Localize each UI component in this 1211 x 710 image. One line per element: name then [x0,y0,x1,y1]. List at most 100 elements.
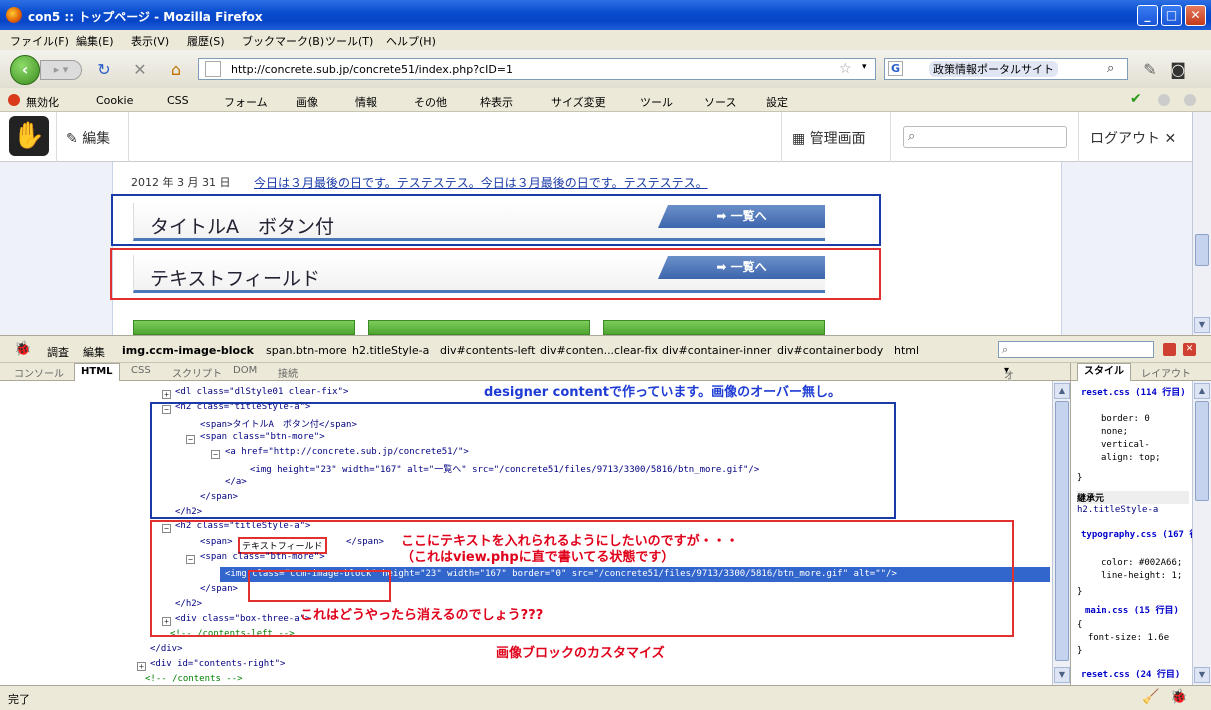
crumb-7[interactable]: body [856,344,883,357]
search-engine-icon[interactable]: G [888,61,904,76]
reload-icon[interactable]: ↻ [94,60,114,80]
webdev-misc[interactable]: その他 [414,94,447,110]
tab-layout[interactable]: レイアウト [1141,365,1191,380]
style-source-link[interactable]: reset.css (24 行目) [1081,667,1180,680]
green-button[interactable] [603,320,825,335]
menu-help[interactable]: ヘルプ(H) [386,33,436,49]
webdev-disable[interactable]: 無効化 [26,94,59,110]
html-panel-scrollbar[interactable]: ▲ ▼ [1052,381,1070,685]
crumb-1[interactable]: span.btn-more [266,344,347,357]
webdev-forms[interactable]: フォーム [224,94,268,110]
news-link[interactable]: 今日は３月最後の日です。テステステス。今日は３月最後の日です。テステステス。 [254,174,708,191]
menu-edit[interactable]: 編集(E) [76,33,114,49]
menu-tools[interactable]: ツール(T) [325,33,373,49]
tree-expand-icon[interactable]: + [162,390,171,399]
crumb-4[interactable]: div#conten...clear-fix [540,344,658,357]
crumb-3[interactable]: div#contents-left [440,344,535,357]
search-input[interactable]: G 政策情報ポータルサイト ⌕ [884,58,1128,80]
home-icon[interactable]: ⌂ [166,60,186,80]
search-magnifier-icon[interactable]: ⌕ [1107,61,1114,76]
menubar: ファイル(F) 編集(E) 表示(V) 履歴(S) ブックマーク(B) ツール(… [0,30,1211,50]
scroll-thumb[interactable] [1055,401,1069,661]
menu-history[interactable]: 履歴(S) [187,33,225,49]
search-icon: ⌕ [908,129,916,144]
window-titlebar: con5 :: トップページ - Mozilla Firefox _ □ ✕ [0,0,1211,30]
scroll-up-arrow[interactable]: ▲ [1194,383,1210,399]
webdev-settings[interactable]: 設定 [766,94,788,110]
webdev-toolbar: 無効化 Cookie CSS フォーム 画像 情報 その他 枠表示 サイズ変更 … [0,88,1211,112]
divider [1078,112,1079,162]
minimize-button[interactable]: _ [1137,5,1158,26]
tab-script[interactable]: スクリプト [172,365,222,380]
scroll-thumb[interactable] [1195,401,1209,501]
url-bar[interactable]: http://concrete.sub.jp/concrete51/index.… [198,58,876,80]
scroll-up-arrow[interactable]: ▲ [1054,383,1070,399]
crumb-0[interactable]: img.ccm-image-block [122,344,254,357]
firebug-status-icon[interactable]: 🐞 [1170,689,1187,705]
webdev-images[interactable]: 画像 [296,94,318,110]
back-button[interactable]: ‹ [10,55,40,85]
tab-css[interactable]: CSS [131,365,151,376]
tab-console[interactable]: コンソール [14,365,64,380]
scroll-thumb[interactable] [1195,234,1209,266]
close-button[interactable]: ✕ [1185,5,1206,26]
firebug-search-input[interactable]: ⌕ [998,341,1154,358]
crumb-6[interactable]: div#container [777,344,855,357]
source-line[interactable]: <dl class="dlStyle01 clear-fix"> [175,387,348,397]
style-source-link[interactable]: reset.css (114 行目) [1081,385,1186,398]
firebug-inspect[interactable]: 調査 [47,344,69,360]
webdev-resize[interactable]: サイズ変更 [551,94,606,110]
c5-logout-button[interactable]: ログアウト ✕ [1090,128,1176,148]
firebug-detach-icon[interactable] [1163,343,1176,356]
firebug-bug-icon[interactable]: 🐞 [14,341,31,357]
scroll-down-arrow[interactable]: ▼ [1194,667,1210,683]
window-title: con5 :: トップページ - Mozilla Firefox [28,10,263,24]
source-line[interactable]: </div> [150,644,183,654]
c5-edit-button[interactable]: ✎ 編集 [66,128,110,148]
c5-search-input[interactable]: ⌕ [903,126,1067,148]
search-text: 政策情報ポータルサイト [929,61,1058,77]
maximize-button[interactable]: □ [1161,5,1182,26]
c5-dashboard-button[interactable]: ▦ 管理画面 [792,128,866,148]
c5-dashboard-label: 管理画面 [809,131,866,147]
menu-view[interactable]: 表示(V) [131,33,169,49]
crumb-2[interactable]: h2.titleStyle-a [352,344,429,357]
scroll-down-arrow[interactable]: ▼ [1054,667,1070,683]
tab-style[interactable]: スタイル [1077,363,1131,381]
page-scrollbar[interactable]: ▼ [1192,112,1211,335]
stop-icon[interactable]: ✕ [130,60,150,80]
tree-expand-icon[interactable]: + [137,662,146,671]
green-button[interactable] [133,320,355,335]
webdev-outline[interactable]: 枠表示 [480,94,513,110]
crumb-8[interactable]: html [894,344,919,357]
menu-file[interactable]: ファイル(F) [10,33,69,49]
webdev-cookie[interactable]: Cookie [96,94,133,107]
webdev-source[interactable]: ソース [704,94,736,110]
style-source-link[interactable]: main.css (15 行目) [1085,603,1179,616]
broom-icon[interactable]: 🧹 [1142,689,1159,705]
page-background [0,162,112,335]
green-button[interactable] [368,320,590,335]
tab-net[interactable]: 接続 [278,365,298,380]
pencil-icon[interactable]: ✎ [1140,60,1160,80]
crumb-5[interactable]: div#container-inner [662,344,771,357]
webdev-tools[interactable]: ツール [640,94,673,110]
source-comment[interactable]: <!-- /contents --> [145,674,243,684]
scroll-down-arrow[interactable]: ▼ [1194,317,1210,333]
webdev-css[interactable]: CSS [167,94,189,107]
tab-html[interactable]: HTML [74,363,120,381]
options-menu[interactable]: オプション ▾ [1004,365,1014,442]
url-dropdown-icon[interactable]: ▾ [862,62,867,72]
bookmark-star-icon[interactable]: ☆ [839,61,852,77]
firebug-close-icon[interactable]: ✕ [1183,343,1196,356]
menu-bookmarks[interactable]: ブックマーク(B) [242,33,324,49]
source-line[interactable]: <div id="contents-right"> [150,659,285,669]
side-panel-scrollbar[interactable]: ▲ ▼ [1192,381,1211,685]
webdev-info[interactable]: 情報 [355,94,377,110]
tab-dom[interactable]: DOM [233,365,257,376]
camera-icon[interactable]: ◙ [1168,60,1188,80]
inherit-selector[interactable]: h2.titleStyle-a [1077,505,1158,515]
forward-button[interactable]: ▸ ▾ [40,60,82,80]
firebug-edit[interactable]: 編集 [83,344,105,360]
c5-logo-icon[interactable]: ✋ [9,116,49,156]
